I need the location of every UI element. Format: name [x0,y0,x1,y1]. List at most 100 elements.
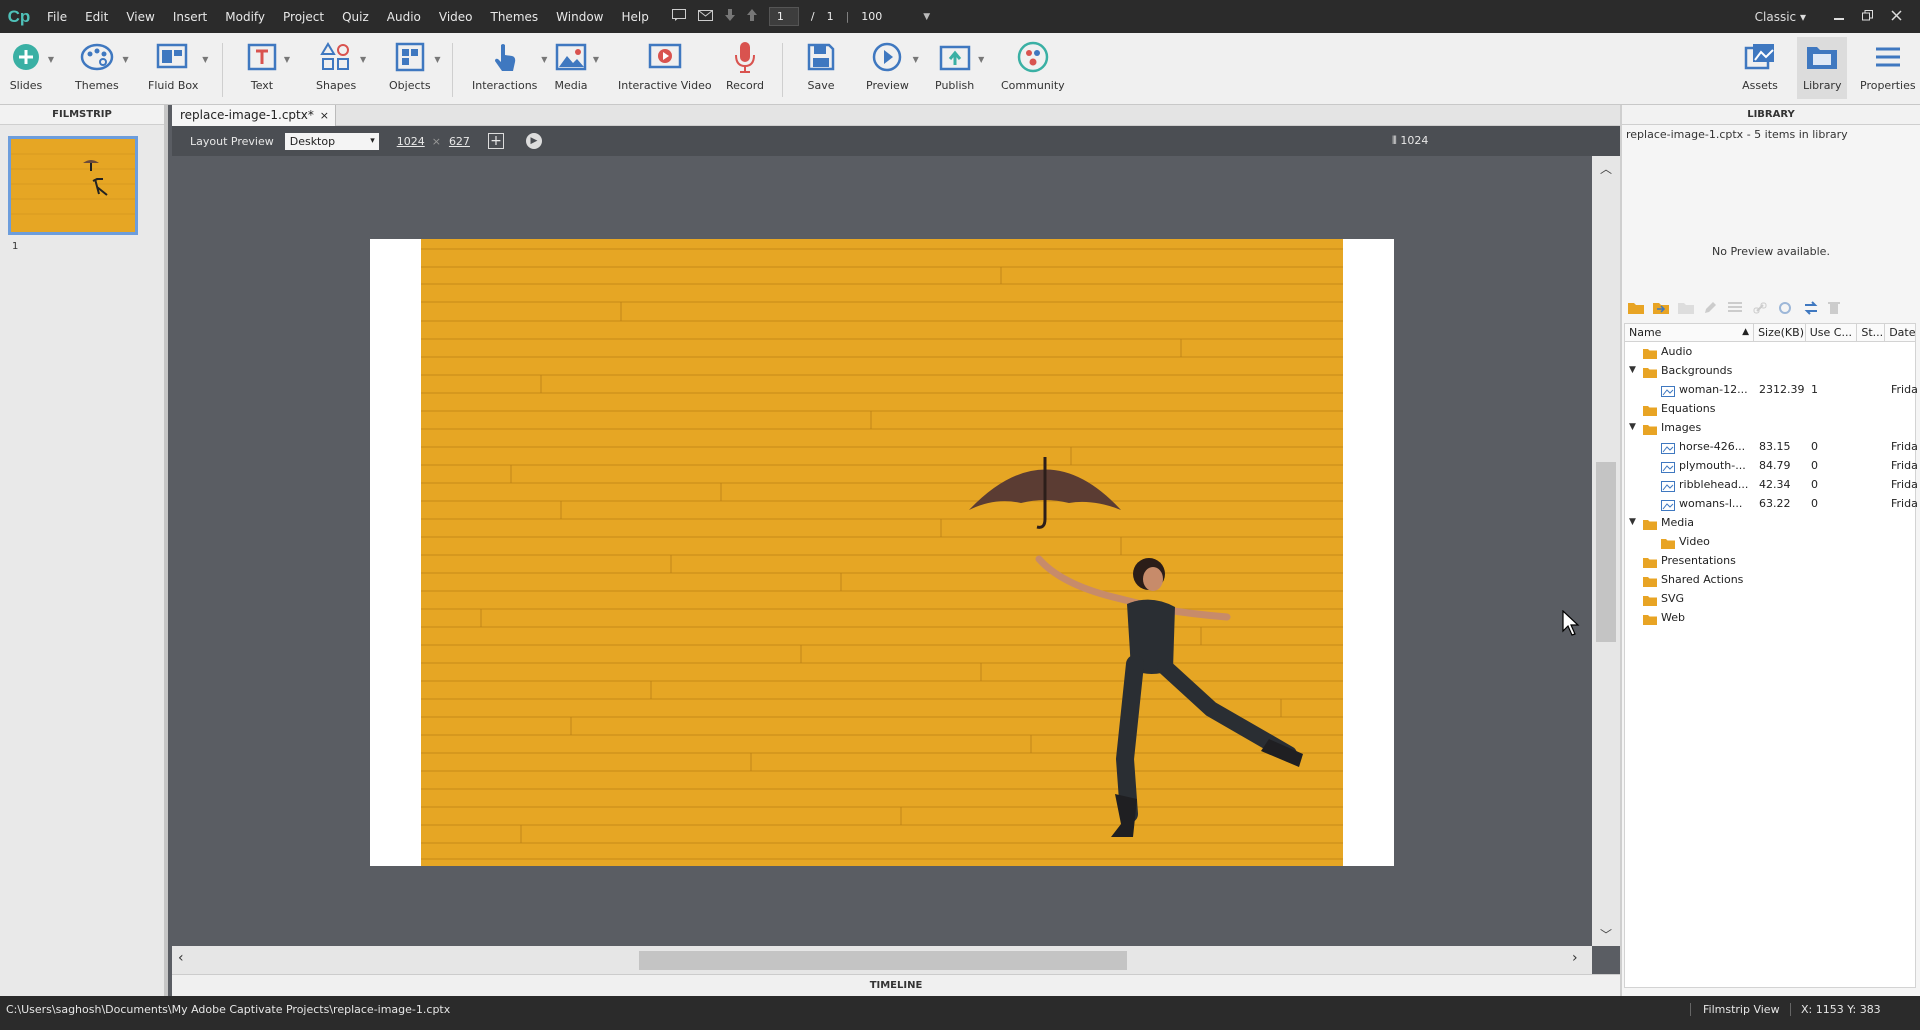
library-folder-row[interactable]: Equations [1625,399,1915,418]
image-icon [553,39,589,75]
library-item-name: ribblehead... [1679,478,1749,491]
menu-modify[interactable]: Modify [216,10,274,24]
menu-file[interactable]: File [38,10,76,24]
comment-icon[interactable] [671,9,686,24]
close-tab-icon[interactable]: × [320,105,329,126]
next-slide-icon[interactable] [724,9,735,24]
library-folder-row[interactable]: Video [1625,532,1915,551]
minimize-icon[interactable] [1834,10,1844,24]
properties-list-icon[interactable] [1728,301,1744,315]
mail-icon[interactable] [697,9,713,24]
delete-icon[interactable] [1828,301,1844,315]
library-item-row[interactable]: woman-12... 2312.39 1 Frida [1625,380,1918,399]
preview-width[interactable]: 1024 [397,135,425,148]
usage-icon[interactable] [1803,301,1819,315]
column-name[interactable]: Name ▲ [1625,324,1755,341]
restore-icon[interactable] [1862,9,1873,24]
slide-thumbnail[interactable] [8,136,138,235]
new-folder-icon[interactable] [1628,301,1644,315]
current-slide-input[interactable]: 1 [768,7,799,26]
library-folder-row[interactable]: Shared Actions [1625,570,1915,589]
save-button[interactable]: Save [803,39,839,92]
menu-quiz[interactable]: Quiz [333,10,378,24]
text-button[interactable]: ▼ Text [244,39,290,92]
menu-project[interactable]: Project [274,10,333,24]
column-size[interactable]: Size(KB) [1754,324,1806,341]
slide-stage[interactable] [370,239,1394,866]
library-folder-row[interactable]: Audio [1625,342,1915,361]
assets-button[interactable]: Assets [1742,39,1778,92]
expand-toggle-icon[interactable]: ▼ [1629,513,1636,532]
themes-button[interactable]: ▼ Themes [75,39,129,92]
workspace-switcher[interactable]: Classic ▾ [1755,10,1806,24]
vertical-scrollbar[interactable]: ︿ ﹀ [1592,156,1620,946]
horizontal-scroll-thumb[interactable] [639,951,1127,970]
scroll-left-icon[interactable]: ‹ [178,950,184,966]
play-preview-icon[interactable]: ▶ [525,133,542,149]
library-folder-row[interactable]: ▼ Media [1625,513,1915,532]
library-folder-row[interactable]: Presentations [1625,551,1915,570]
interactions-button[interactable]: ▼ Interactions [472,39,547,92]
community-button[interactable]: Community [1001,39,1065,92]
media-button[interactable]: ▼ Media [553,39,599,92]
menu-edit[interactable]: Edit [76,10,117,24]
library-folder-row[interactable]: Web [1625,608,1915,627]
library-item-row[interactable]: womans-l... 63.22 0 Frida [1625,494,1918,513]
library-button[interactable]: Library [1797,37,1848,99]
update-icon[interactable] [1778,301,1794,315]
scroll-down-icon[interactable]: ﹀ [1600,926,1612,943]
expand-toggle-icon[interactable]: ▼ [1629,418,1636,437]
menu-audio[interactable]: Audio [378,10,430,24]
column-use-count[interactable]: Use C... [1806,324,1858,341]
menu-window[interactable]: Window [547,10,612,24]
library-folder-row[interactable]: SVG [1625,589,1915,608]
link-icon[interactable] [1753,301,1769,315]
properties-button[interactable]: Properties [1860,39,1916,92]
menu-themes[interactable]: Themes [482,10,548,24]
library-folder-row[interactable]: ▼ Images [1625,418,1915,437]
publish-button[interactable]: ▼ Publish [935,39,984,92]
add-breakpoint-icon[interactable]: + [487,133,504,149]
close-window-icon[interactable] [1891,9,1902,24]
slides-button[interactable]: ▼ Slides [8,39,54,92]
preview-button[interactable]: ▼ Preview [866,39,919,92]
menu-help[interactable]: Help [612,10,657,24]
ruler-value[interactable]: ⦀ 1024 [1392,134,1428,148]
menu-bar: Cp File Edit View Insert Modify Project … [0,0,1920,33]
zoom-level[interactable]: 100 [861,10,911,23]
horizontal-scrollbar[interactable]: ‹ › [172,946,1592,974]
interactive-video-button[interactable]: Interactive Video [618,39,712,92]
zoom-dropdown-icon[interactable]: ▼ [923,12,930,22]
edit-icon[interactable] [1703,301,1719,315]
preview-height[interactable]: 627 [449,135,470,148]
project-path: C:\Users\saghosh\Documents\My Adobe Capt… [6,1003,451,1016]
column-date[interactable]: Date [1885,324,1915,341]
library-folder-row[interactable]: ▼ Backgrounds [1625,361,1915,380]
background-image[interactable] [421,239,1343,866]
library-item-row[interactable]: plymouth-... 84.79 0 Frida [1625,456,1918,475]
device-select[interactable]: Desktop [284,132,379,150]
library-item-row[interactable]: ribblehead... 42.34 0 Frida [1625,475,1918,494]
scroll-up-icon[interactable]: ︿ [1600,160,1612,177]
timeline-panel[interactable]: TIMELINE [172,974,1620,996]
export-icon[interactable] [1678,301,1694,315]
menu-insert[interactable]: Insert [164,10,216,24]
menu-view[interactable]: View [117,10,163,24]
chevron-down-icon: ▼ [978,55,985,64]
expand-toggle-icon[interactable]: ▼ [1629,361,1636,380]
library-item-row[interactable]: horse-426... 83.15 0 Frida [1625,437,1918,456]
scroll-right-icon[interactable]: › [1572,950,1578,966]
folder-icon [1643,574,1657,587]
document-tab[interactable]: replace-image-1.cptx* × [172,105,336,126]
record-button[interactable]: Record [726,39,764,92]
column-status[interactable]: St... [1857,324,1886,341]
vertical-scroll-thumb[interactable] [1596,462,1616,642]
previous-slide-icon[interactable] [746,9,757,24]
fluid-box-button[interactable]: ▼ Fluid Box [148,39,208,92]
objects-button[interactable]: ▼ Objects [389,39,441,92]
menu-video[interactable]: Video [430,10,482,24]
shapes-button[interactable]: ▼ Shapes [316,39,366,92]
mouse-cursor-icon [1562,609,1580,639]
import-icon[interactable] [1653,301,1669,315]
slides-label: Slides [9,79,43,92]
